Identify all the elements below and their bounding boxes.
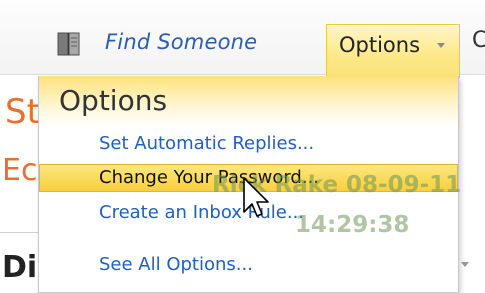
menu-item-label: Set Automatic Replies... bbox=[99, 133, 315, 154]
menu-item-set-automatic-replies[interactable]: Set Automatic Replies... bbox=[39, 130, 458, 158]
menu-item-see-all-options[interactable]: See All Options... bbox=[39, 251, 458, 279]
menu-item-label: See All Options... bbox=[99, 254, 253, 275]
menu-item-label: Change Your Password... bbox=[99, 167, 320, 188]
scroll-down-arrow-icon[interactable] bbox=[461, 262, 469, 267]
caret-down-icon bbox=[437, 43, 445, 48]
options-dropdown-menu: Options Set Automatic Replies... Change … bbox=[38, 76, 459, 293]
find-someone-link[interactable]: Find Someone bbox=[105, 30, 257, 54]
background-divider bbox=[0, 232, 40, 233]
menu-item-create-inbox-rule[interactable]: Create an Inbox Rule... bbox=[39, 199, 458, 227]
background-orange-text-1: St bbox=[5, 92, 40, 132]
menu-header: Options bbox=[39, 76, 458, 126]
options-tab-button[interactable]: Options bbox=[326, 24, 460, 78]
app-window: Find Someone Options C St Ec Di Options … bbox=[0, 0, 485, 293]
menu-title: Options bbox=[59, 84, 168, 117]
background-orange-text-2: Ec bbox=[2, 153, 38, 188]
address-book-icon[interactable] bbox=[55, 30, 83, 58]
menu-item-change-your-password[interactable]: Change Your Password... bbox=[39, 164, 458, 192]
background-heading-partial: Di bbox=[2, 250, 38, 285]
options-tab-label: Options bbox=[339, 33, 421, 57]
menu-item-label: Create an Inbox Rule... bbox=[99, 202, 305, 223]
next-toolbar-item-partial[interactable]: C bbox=[472, 28, 485, 53]
